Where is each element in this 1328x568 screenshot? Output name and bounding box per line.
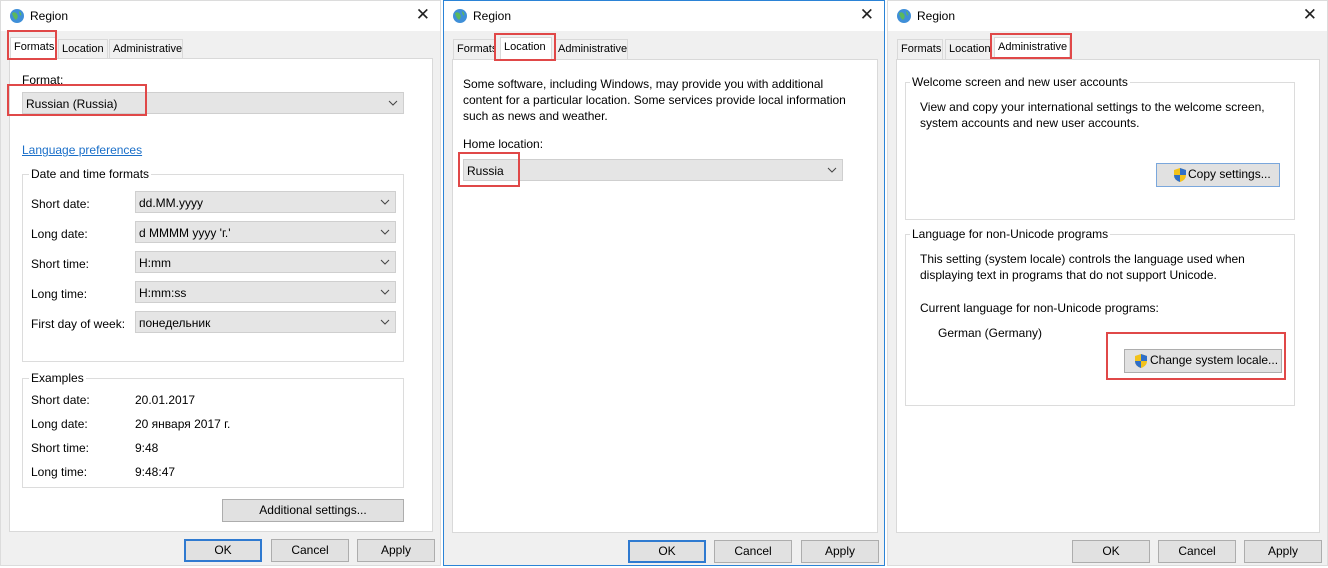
- ok-button[interactable]: OK: [1072, 540, 1150, 563]
- non-unicode-group: Language for non-Unicode programs This s…: [905, 227, 1295, 406]
- region-window-formats: Region ✕ Formats Location Administrative…: [0, 0, 441, 566]
- format-label: Format:: [22, 73, 64, 87]
- globe-icon: [10, 9, 24, 23]
- apply-button[interactable]: Apply: [357, 539, 435, 562]
- short-time-value: H:mm: [139, 256, 171, 270]
- example-short-time-value: 9:48: [135, 441, 159, 455]
- format-value: Russian (Russia): [26, 97, 118, 111]
- home-location-dropdown[interactable]: Russia: [463, 159, 843, 181]
- cancel-button[interactable]: Cancel: [1158, 540, 1236, 563]
- home-location-label: Home location:: [463, 137, 544, 151]
- current-language-value: German (Germany): [938, 326, 1043, 340]
- language-preferences-link[interactable]: Language preferences: [22, 143, 142, 157]
- apply-button[interactable]: Apply: [1244, 540, 1322, 563]
- short-time-dropdown[interactable]: H:mm: [135, 251, 396, 273]
- chevron-down-icon: [380, 319, 390, 325]
- long-date-dropdown[interactable]: d MMMM yyyy 'г.': [135, 221, 396, 243]
- long-time-label: Long time:: [31, 287, 88, 301]
- change-system-locale-label: Change system locale...: [1150, 353, 1279, 367]
- first-day-value: понедельник: [139, 316, 211, 330]
- globe-icon: [453, 9, 467, 23]
- tab-location[interactable]: Location: [945, 39, 991, 59]
- location-panel: Some software, including Windows, may pr…: [452, 59, 878, 533]
- copy-settings-button[interactable]: Copy settings...: [1156, 163, 1280, 187]
- tab-formats[interactable]: Formats: [10, 37, 56, 59]
- example-long-date-label: Long date:: [31, 417, 88, 431]
- globe-icon: [897, 9, 911, 23]
- close-icon[interactable]: ✕: [1303, 6, 1317, 24]
- examples-group: Examples Short date: 20.01.2017 Long dat…: [22, 371, 404, 488]
- first-day-label: First day of week:: [31, 317, 126, 331]
- chevron-down-icon: [380, 289, 390, 295]
- tab-location[interactable]: Location: [58, 39, 108, 59]
- cancel-button[interactable]: Cancel: [714, 540, 792, 563]
- long-time-value: H:mm:ss: [139, 286, 187, 300]
- chevron-down-icon: [388, 100, 398, 106]
- tab-administrative[interactable]: Administrative: [109, 39, 183, 59]
- title-bar: Region ✕: [888, 1, 1327, 31]
- example-short-time-label: Short time:: [31, 441, 90, 455]
- location-description: Some software, including Windows, may pr…: [463, 77, 846, 123]
- ok-button[interactable]: OK: [628, 540, 706, 563]
- apply-button[interactable]: Apply: [801, 540, 879, 563]
- chevron-down-icon: [827, 167, 837, 173]
- ok-button[interactable]: OK: [184, 539, 262, 562]
- tab-administrative[interactable]: Administrative: [554, 39, 628, 59]
- title-bar: Region ✕: [1, 1, 440, 31]
- example-long-time-value: 9:48:47: [135, 465, 176, 479]
- formats-panel: Format: Russian (Russia) Language prefer…: [9, 58, 433, 532]
- home-location-value: Russia: [467, 164, 504, 178]
- welcome-screen-group: Welcome screen and new user accounts Vie…: [905, 75, 1295, 220]
- additional-settings-button[interactable]: Additional settings...: [222, 499, 404, 522]
- example-short-date-label: Short date:: [31, 393, 90, 407]
- copy-settings-label: Copy settings...: [1188, 167, 1271, 181]
- shield-icon: [1174, 168, 1186, 182]
- non-unicode-description: This setting (system locale) controls th…: [920, 252, 1245, 282]
- datetime-group-label: Date and time formats: [29, 167, 152, 181]
- examples-group-label: Examples: [29, 371, 86, 385]
- region-window-location: Region ✕ Formats Location Administrative…: [443, 0, 885, 566]
- welcome-group-label: Welcome screen and new user accounts: [910, 75, 1130, 89]
- tab-formats[interactable]: Formats: [453, 39, 495, 59]
- cancel-button[interactable]: Cancel: [271, 539, 349, 562]
- non-unicode-group-label: Language for non-Unicode programs: [910, 227, 1111, 241]
- tab-location[interactable]: Location: [500, 37, 552, 59]
- window-title: Region: [473, 9, 512, 23]
- tab-formats[interactable]: Formats: [897, 39, 943, 59]
- close-icon[interactable]: ✕: [860, 6, 874, 24]
- chevron-down-icon: [380, 199, 390, 205]
- long-time-dropdown[interactable]: H:mm:ss: [135, 281, 396, 303]
- example-long-date-value: 20 января 2017 г.: [135, 417, 231, 431]
- window-title: Region: [917, 9, 956, 23]
- chevron-down-icon: [380, 259, 390, 265]
- title-bar: Region ✕: [444, 1, 884, 31]
- window-title: Region: [30, 9, 69, 23]
- region-window-administrative: Region ✕ Formats Location Administrative…: [887, 0, 1328, 566]
- long-date-label: Long date:: [31, 227, 88, 241]
- short-time-label: Short time:: [31, 257, 90, 271]
- close-icon[interactable]: ✕: [416, 6, 430, 24]
- shield-icon: [1135, 354, 1147, 368]
- short-date-value: dd.MM.yyyy: [139, 196, 204, 210]
- change-system-locale-button[interactable]: Change system locale...: [1124, 349, 1282, 373]
- example-short-date-value: 20.01.2017: [135, 393, 196, 407]
- short-date-label: Short date:: [31, 197, 90, 211]
- long-date-value: d MMMM yyyy 'г.': [139, 226, 231, 240]
- example-long-time-label: Long time:: [31, 465, 88, 479]
- datetime-formats-group: Date and time formats Short date: dd.MM.…: [22, 167, 404, 362]
- short-date-dropdown[interactable]: dd.MM.yyyy: [135, 191, 396, 213]
- current-language-label: Current language for non-Unicode program…: [920, 301, 1159, 315]
- administrative-panel: Welcome screen and new user accounts Vie…: [896, 59, 1320, 533]
- welcome-description: View and copy your international setting…: [920, 100, 1265, 130]
- tab-administrative[interactable]: Administrative: [994, 37, 1070, 59]
- first-day-dropdown[interactable]: понедельник: [135, 311, 396, 333]
- format-dropdown[interactable]: Russian (Russia): [22, 92, 404, 114]
- chevron-down-icon: [380, 229, 390, 235]
